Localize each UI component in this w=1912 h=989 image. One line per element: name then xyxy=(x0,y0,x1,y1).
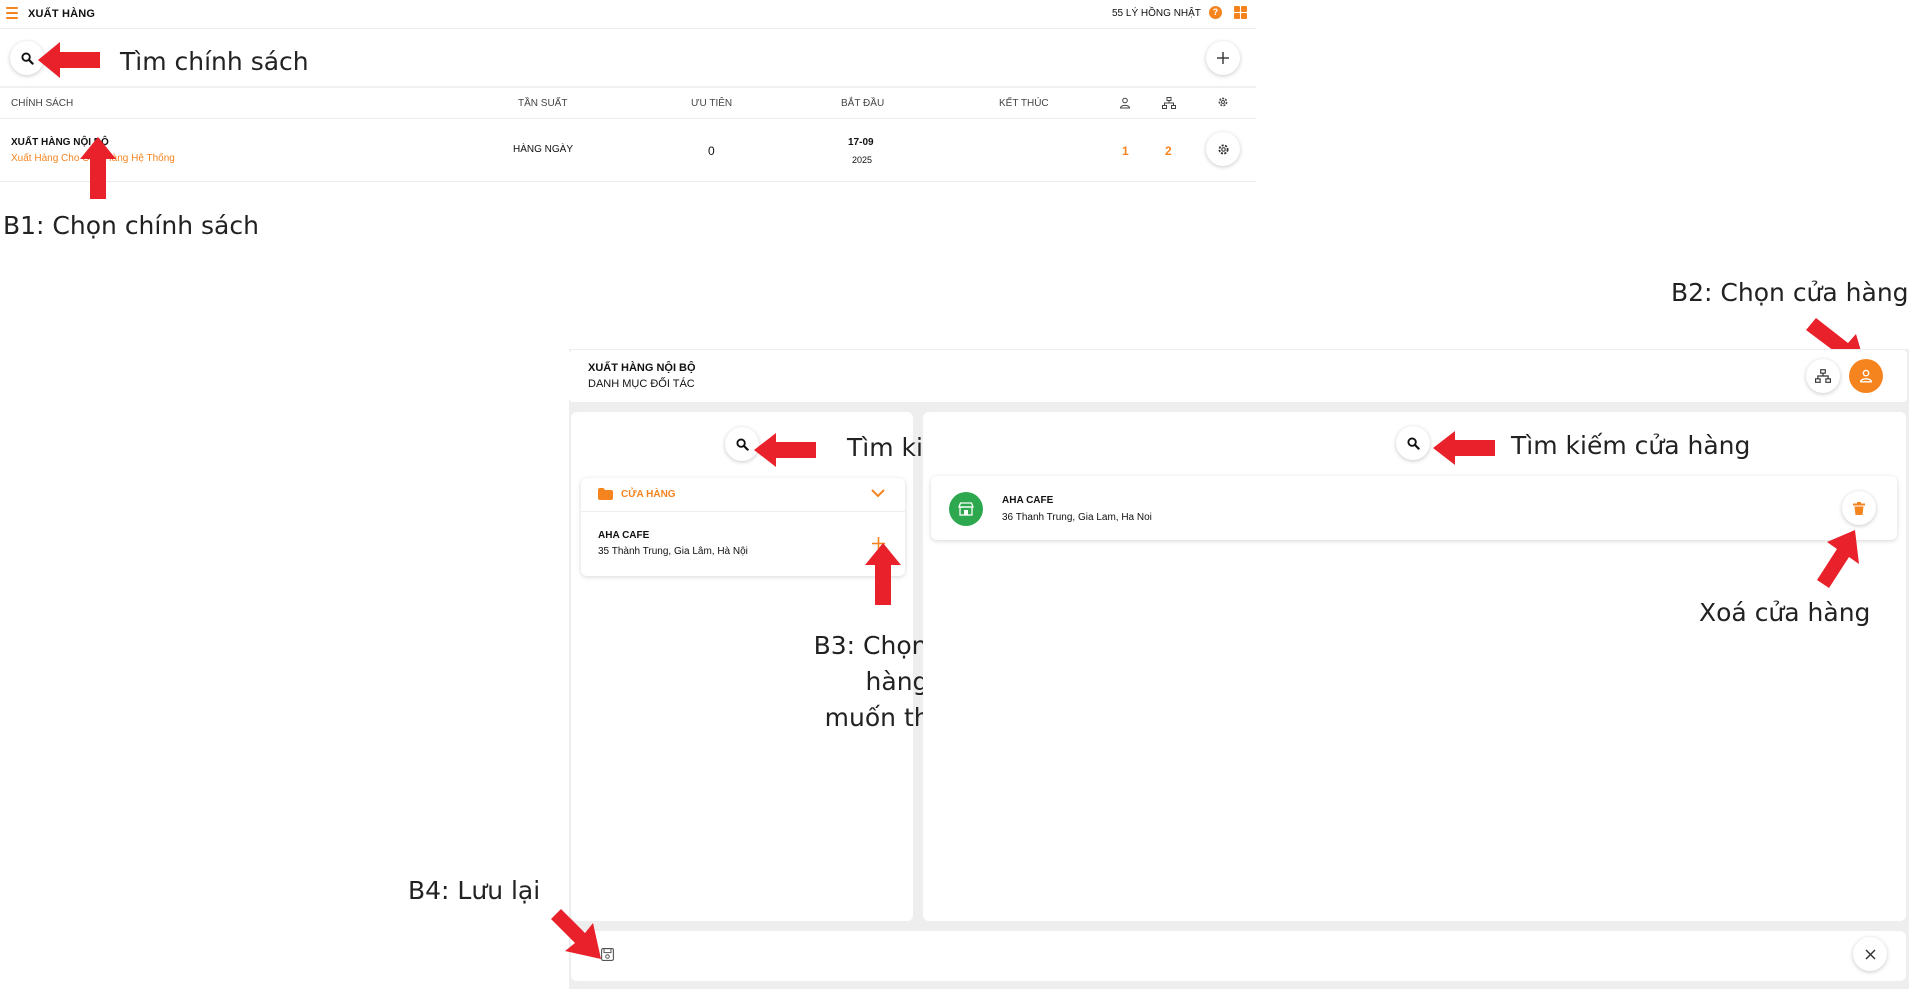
gear-icon xyxy=(1217,143,1229,155)
branch-tab-button[interactable] xyxy=(1806,359,1840,393)
selected-store-card: AHA CAFE 36 Thanh Trung, Gia Lam, Ha Noi xyxy=(931,476,1897,540)
available-store-name: AHA CAFE xyxy=(598,530,650,541)
app-title: XUẤT HÀNG xyxy=(28,8,96,20)
dialog-subtitle: DANH MỤC ĐỐI TÁC xyxy=(588,378,695,390)
search-icon xyxy=(20,51,34,65)
chevron-down-icon[interactable] xyxy=(871,489,885,498)
user-icon xyxy=(1119,97,1131,109)
policy-start-year: 2025 xyxy=(852,155,873,165)
help-icon[interactable]: ? xyxy=(1209,6,1222,19)
policy-start-day: 17-09 xyxy=(848,137,874,148)
store-group-header[interactable]: CỬA HÀNG xyxy=(581,478,905,512)
annotation-arrow-b4 xyxy=(551,909,601,959)
annotation-search-store-right: Tìm kiếm cửa hàng xyxy=(1511,431,1751,460)
annotation-b2: B2: Chọn cửa hàng xyxy=(1671,278,1909,307)
dialog-header: XUẤT HÀNG NỘI BỘ DANH MỤC ĐỐI TÁC xyxy=(569,350,1907,402)
delete-store-button[interactable] xyxy=(1842,491,1876,525)
policy-settings-button[interactable] xyxy=(1206,132,1240,166)
selected-store-name: AHA CAFE xyxy=(1002,495,1054,506)
add-policy-button[interactable] xyxy=(1206,41,1240,75)
annotation-b4: B4: Lưu lại xyxy=(408,876,541,905)
store-tab-button[interactable] xyxy=(1849,359,1883,393)
search-selected-store-button[interactable] xyxy=(1396,426,1430,460)
annotation-arrow-search-policy xyxy=(38,42,100,78)
dialog-footer xyxy=(571,931,1906,981)
save-icon[interactable] xyxy=(601,948,614,961)
policy-table-header: CHÍNH SÁCH TẦN SUẤT ƯU TIÊN BẮT ĐẦU KẾT … xyxy=(0,88,1256,119)
available-store-address: 35 Thành Trung, Gia Lâm, Hà Nội xyxy=(598,546,748,557)
network-icon xyxy=(1815,369,1831,383)
store-group-label: CỬA HÀNG xyxy=(621,489,676,500)
header-start: BẮT ĐẦU xyxy=(841,98,885,109)
trash-icon xyxy=(1853,501,1865,515)
header-end: KẾT THÚC xyxy=(999,98,1049,109)
policy-store-count[interactable]: 2 xyxy=(1165,144,1172,158)
dialog-title: XUẤT HÀNG NỘI BỘ xyxy=(588,362,696,374)
policy-priority: 0 xyxy=(708,144,715,158)
annotation-search-policy: Tìm chính sách xyxy=(120,47,309,76)
apps-grid-icon[interactable] xyxy=(1234,6,1247,19)
header-priority: ƯU TIÊN xyxy=(691,98,733,109)
annotation-b1: B1: Chọn chính sách xyxy=(3,211,259,240)
annotation-arrow-search-left xyxy=(754,433,816,467)
store-group-card: CỬA HÀNG AHA CAFE 35 Thành Trung, Gia Lâ… xyxy=(581,478,905,576)
selected-store-address: 36 Thanh Trung, Gia Lam, Ha Noi xyxy=(1002,512,1152,523)
store-icon xyxy=(949,492,983,526)
top-bar: XUẤT HÀNG 55 LÝ HỒNG NHẬT ? xyxy=(0,0,1256,29)
annotation-arrow-b3 xyxy=(865,543,901,605)
annotation-arrow-delete xyxy=(1817,530,1859,588)
policy-frequency: HÀNG NGÀY xyxy=(513,144,574,155)
user-icon xyxy=(1860,369,1872,383)
network-icon xyxy=(1162,97,1176,109)
annotation-delete-store: Xoá cửa hàng xyxy=(1699,598,1871,627)
policy-user-count[interactable]: 1 xyxy=(1122,144,1129,158)
header-frequency: TẦN SUẤT xyxy=(518,98,568,109)
annotation-arrow-search-right xyxy=(1433,431,1495,465)
plus-icon xyxy=(1217,52,1229,64)
close-icon xyxy=(1865,949,1875,959)
folder-icon xyxy=(598,488,613,500)
annotation-arrow-b1 xyxy=(80,137,116,199)
close-dialog-button[interactable] xyxy=(1853,937,1887,971)
search-icon xyxy=(735,437,749,451)
menu-icon[interactable] xyxy=(6,7,18,19)
gear-icon xyxy=(1218,97,1228,107)
policy-row[interactable]: XUẤT HÀNG NỘI BỘ Xuất Hàng Cho Cửa Hàng … xyxy=(0,119,1256,182)
header-policy: CHÍNH SÁCH xyxy=(11,98,74,109)
search-icon xyxy=(1406,436,1420,450)
